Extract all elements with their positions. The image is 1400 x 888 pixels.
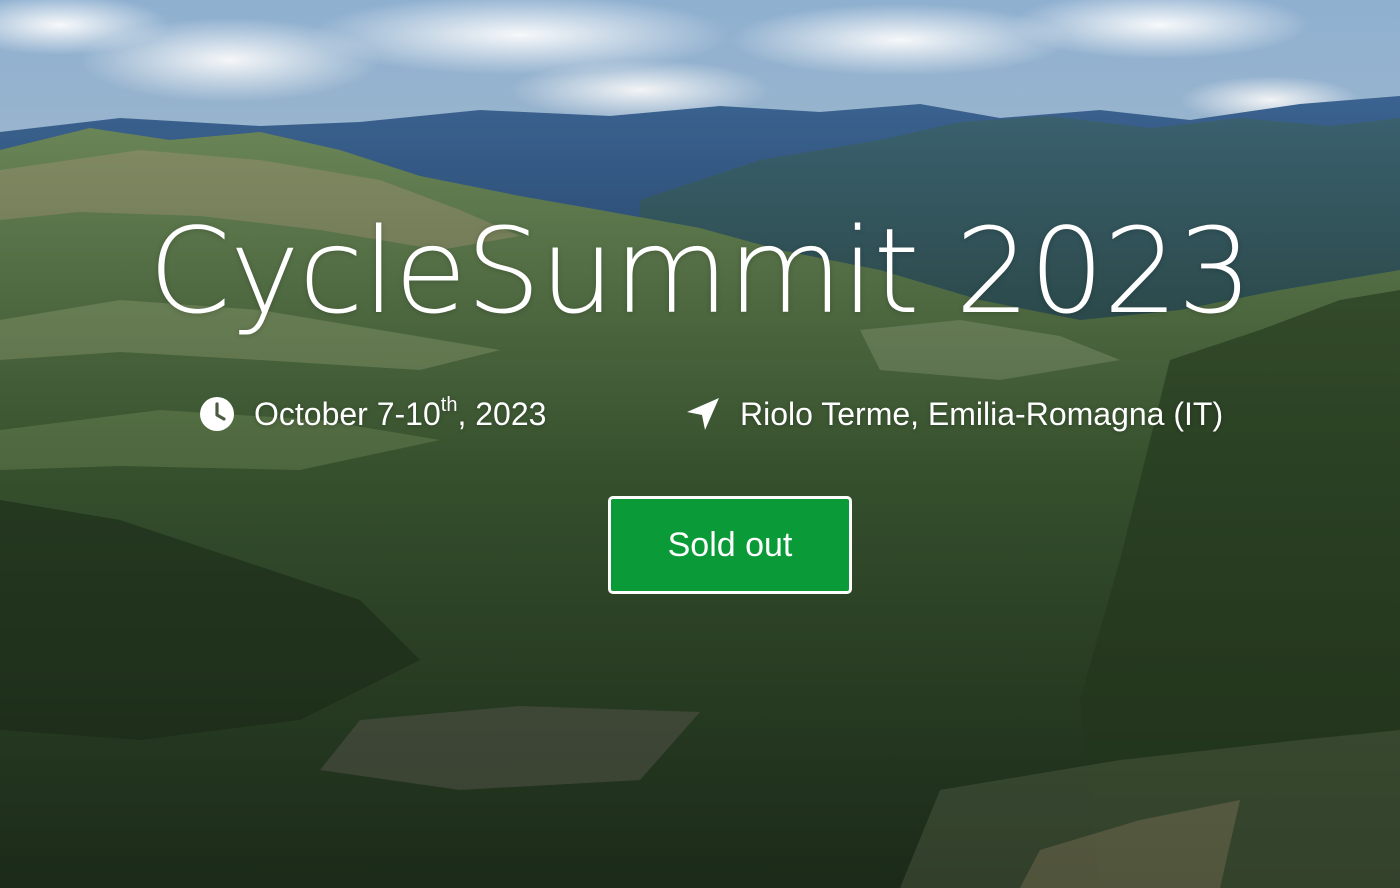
- sold-out-button[interactable]: Sold out: [608, 496, 852, 594]
- location-arrow-icon: [684, 395, 722, 433]
- event-date-superscript: th: [440, 394, 458, 417]
- hero-section: CycleSummit 2023 October 7-10th, 2023 Ri…: [0, 0, 1400, 888]
- event-location-text: Riolo Terme, Emilia-Romagna (IT): [740, 396, 1224, 432]
- page-title: CycleSummit 2023: [148, 202, 1253, 340]
- event-date-main: October 7-10: [254, 396, 441, 432]
- event-date-year: , 2023: [457, 396, 547, 432]
- event-date-text: October 7-10th, 2023: [254, 390, 546, 438]
- cta-container: Sold out: [0, 496, 1400, 594]
- event-location: Riolo Terme, Emilia-Romagna (IT): [684, 390, 1223, 438]
- event-date: October 7-10th, 2023: [198, 390, 546, 438]
- landscape-background-image: [0, 0, 1400, 888]
- clock-icon: [198, 395, 236, 433]
